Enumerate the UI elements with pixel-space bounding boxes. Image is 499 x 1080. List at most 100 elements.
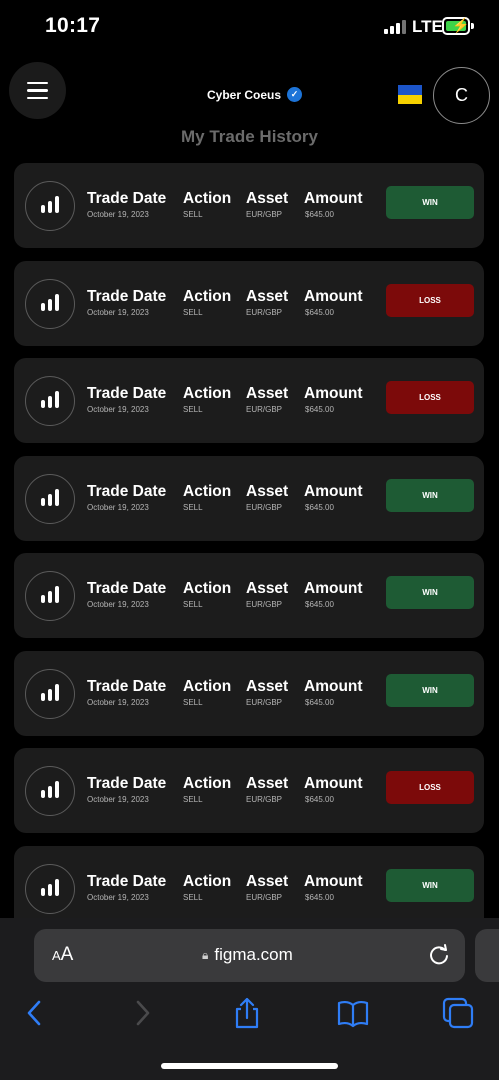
- action-label: Action: [183, 190, 232, 207]
- result-badge[interactable]: WIN: [386, 576, 474, 609]
- url-display[interactable]: 🔒︎ figma.com: [202, 945, 293, 965]
- trade-date-value: October 19, 2023: [87, 600, 149, 609]
- trade-card[interactable]: Trade Date October 19, 2023 Action SELL …: [14, 748, 484, 833]
- bar-chart-icon: [25, 376, 75, 426]
- hamburger-icon-line: [27, 89, 48, 92]
- verified-badge-icon: ✓: [287, 87, 303, 102]
- asset-label: Asset: [246, 385, 289, 402]
- trade-date-label: Trade Date: [87, 677, 167, 695]
- trade-date-label: Trade Date: [87, 190, 167, 207]
- trade-date-value: October 19, 2023: [87, 405, 149, 414]
- action-label: Action: [183, 580, 232, 597]
- chevron-right-icon[interactable]: [125, 996, 159, 1030]
- next-tab-preview[interactable]: [475, 929, 499, 982]
- action-label: Action: [183, 872, 232, 890]
- asset-label: Asset: [246, 775, 289, 792]
- trade-date-label: Trade Date: [87, 872, 167, 890]
- asset-label: Asset: [246, 872, 289, 890]
- trade-list: Trade Date October 19, 2023 Action SELL …: [14, 163, 484, 943]
- result-badge[interactable]: LOSS: [386, 283, 474, 317]
- amount-label: Amount: [304, 190, 363, 207]
- amount-value: $645.00: [305, 210, 334, 219]
- home-indicator[interactable]: [161, 1063, 338, 1069]
- trade-date-label: Trade Date: [87, 482, 167, 500]
- trade-date-label: Trade Date: [87, 775, 167, 792]
- action-label: Action: [183, 775, 232, 792]
- bar-chart-icon: [25, 571, 75, 621]
- bar-chart-icon: [25, 278, 75, 329]
- text-size-button[interactable]: AA: [52, 944, 73, 966]
- asset-value: EUR/GBP: [246, 405, 283, 414]
- action-value: SELL: [183, 697, 203, 707]
- amount-value: $645.00: [305, 600, 334, 609]
- asset-value: EUR/GBP: [246, 210, 283, 219]
- result-badge[interactable]: WIN: [386, 868, 474, 902]
- amount-value: $645.00: [305, 697, 334, 707]
- network-label: LTE: [412, 17, 443, 36]
- amount-label: Amount: [304, 872, 363, 890]
- result-badge[interactable]: WIN: [386, 186, 474, 219]
- asset-label: Asset: [246, 580, 289, 597]
- asset-value: EUR/GBP: [246, 502, 283, 512]
- hamburger-menu-button[interactable]: [9, 62, 66, 119]
- amount-label: Amount: [304, 775, 363, 792]
- asset-label: Asset: [246, 287, 289, 305]
- share-icon[interactable]: [230, 996, 264, 1030]
- result-badge[interactable]: LOSS: [386, 771, 474, 804]
- asset-label: Asset: [246, 677, 289, 695]
- amount-value: $645.00: [305, 892, 334, 902]
- action-value: SELL: [183, 210, 203, 219]
- amount-label: Amount: [304, 287, 363, 305]
- asset-label: Asset: [246, 190, 289, 207]
- result-badge[interactable]: WIN: [386, 478, 474, 512]
- amount-label: Amount: [304, 482, 363, 500]
- brand-name: Cyber Coeus: [207, 87, 282, 102]
- trade-date-label: Trade Date: [87, 580, 167, 597]
- result-badge[interactable]: LOSS: [386, 381, 474, 414]
- clock: 10:17: [45, 14, 101, 37]
- url-text: figma.com: [214, 945, 293, 964]
- action-label: Action: [183, 385, 232, 402]
- action-label: Action: [183, 287, 232, 305]
- brand: Cyber Coeus ✓: [207, 87, 303, 102]
- signal-icon: [384, 20, 406, 34]
- bar-chart-icon: [25, 863, 75, 914]
- trade-date-value: October 19, 2023: [87, 697, 149, 707]
- amount-label: Amount: [304, 385, 363, 402]
- trade-date-value: October 19, 2023: [87, 210, 149, 219]
- trade-card[interactable]: Trade Date October 19, 2023 Action SELL …: [14, 455, 484, 541]
- hamburger-icon-line: [27, 96, 48, 100]
- asset-label: Asset: [246, 482, 289, 500]
- asset-value: EUR/GBP: [246, 307, 283, 317]
- action-value: SELL: [183, 600, 203, 609]
- action-value: SELL: [183, 405, 203, 414]
- page-title: My Trade History: [181, 127, 318, 146]
- bar-chart-icon: [25, 473, 75, 524]
- battery-cap: [471, 23, 474, 29]
- trade-card[interactable]: Trade Date October 19, 2023 Action SELL …: [14, 358, 484, 443]
- book-icon[interactable]: [336, 996, 370, 1030]
- amount-value: $645.00: [305, 502, 334, 512]
- ukraine-flag-icon[interactable]: [398, 85, 422, 104]
- trade-card[interactable]: Trade Date October 19, 2023 Action SELL …: [14, 163, 484, 248]
- status-bar: 10:17 LTE ⚡: [0, 0, 499, 56]
- amount-label: Amount: [304, 677, 363, 695]
- lock-icon: 🔒︎: [202, 947, 209, 962]
- trade-card[interactable]: Trade Date October 19, 2023 Action SELL …: [14, 260, 484, 346]
- result-badge[interactable]: WIN: [386, 673, 474, 707]
- chevron-left-icon[interactable]: [18, 996, 52, 1030]
- trade-card[interactable]: Trade Date October 19, 2023 Action SELL …: [14, 553, 484, 638]
- amount-value: $645.00: [305, 405, 334, 414]
- trade-card[interactable]: Trade Date October 19, 2023 Action SELL …: [14, 650, 484, 736]
- bar-chart-icon: [25, 766, 75, 816]
- reload-icon[interactable]: [425, 941, 453, 969]
- asset-value: EUR/GBP: [246, 795, 283, 804]
- trade-date-value: October 19, 2023: [87, 502, 149, 512]
- bar-chart-icon: [25, 668, 75, 719]
- browser-bar: AA 🔒︎ figma.com: [0, 918, 499, 1080]
- avatar-button[interactable]: C: [433, 67, 490, 124]
- amount-value: $645.00: [305, 307, 334, 317]
- address-bar[interactable]: AA 🔒︎ figma.com: [34, 929, 465, 982]
- tabs-icon[interactable]: [441, 996, 475, 1030]
- asset-value: EUR/GBP: [246, 600, 283, 609]
